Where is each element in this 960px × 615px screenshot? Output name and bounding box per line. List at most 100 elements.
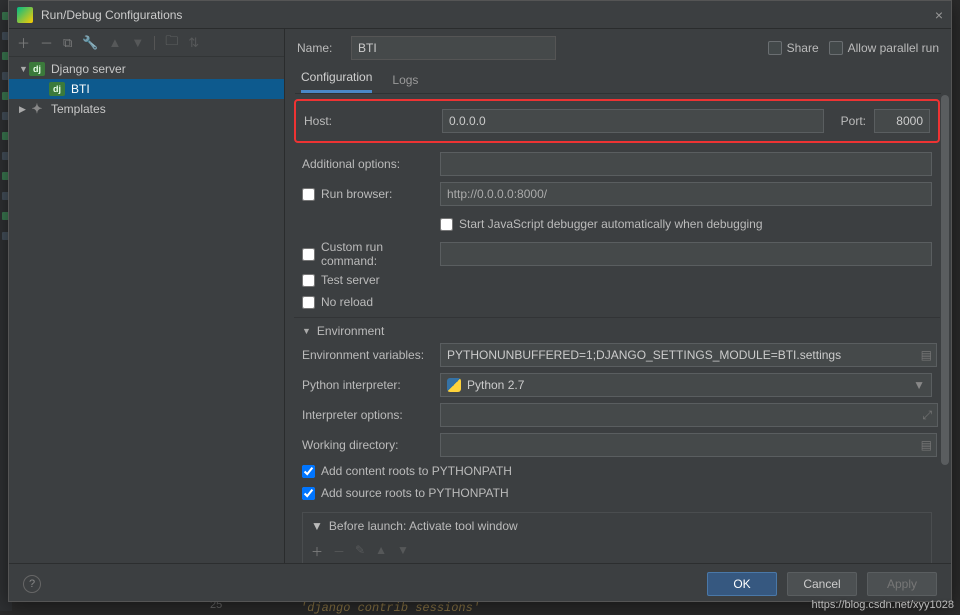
no-reload-label: No reload: [321, 295, 373, 309]
config-tree: ▼ dj Django server dj BTI ▶ ✦ Templates: [9, 57, 284, 563]
add-icon[interactable]: ＋: [17, 33, 30, 52]
edit-icon[interactable]: ✎: [355, 543, 365, 560]
env-section-header[interactable]: ▼ Environment: [294, 317, 940, 340]
add-content-roots-checkbox[interactable]: Add content roots to PYTHONPATH: [302, 464, 512, 478]
tree-node-label: Django server: [51, 62, 126, 76]
run-browser-label: Run browser:: [321, 187, 392, 201]
port-input[interactable]: [874, 109, 930, 133]
custom-run-label: Custom run command:: [321, 240, 432, 268]
add-content-checkbox-box[interactable]: [302, 465, 315, 478]
help-button[interactable]: ?: [23, 575, 41, 593]
copy-icon[interactable]: ⧉: [63, 35, 72, 51]
workdir-input[interactable]: [440, 433, 937, 457]
tab-logs[interactable]: Logs: [392, 73, 418, 93]
browse-icon[interactable]: ▤: [921, 438, 932, 452]
no-reload-checkbox[interactable]: No reload: [302, 295, 432, 309]
add-icon[interactable]: ＋: [311, 543, 323, 560]
custom-run-checkbox[interactable]: Custom run command:: [302, 240, 432, 268]
move-up-icon[interactable]: ▲: [109, 35, 122, 50]
tree-node-django-server[interactable]: ▼ dj Django server: [9, 59, 284, 79]
share-label: Share: [787, 41, 819, 55]
move-down-icon[interactable]: ▼: [131, 35, 144, 50]
test-server-checkbox-box[interactable]: [302, 274, 315, 287]
titlebar: Run/Debug Configurations ×: [9, 1, 951, 29]
host-input[interactable]: [442, 109, 824, 133]
vertical-scrollbar[interactable]: [941, 95, 949, 525]
ok-button[interactable]: OK: [707, 572, 777, 596]
before-launch-header[interactable]: ▼ Before launch: Activate tool window: [303, 513, 931, 539]
chevron-down-icon: ▼: [913, 378, 925, 392]
scrollbar-thumb[interactable]: [941, 95, 949, 465]
browse-icon[interactable]: ▤: [921, 348, 932, 362]
add-source-checkbox-box[interactable]: [302, 487, 315, 500]
add-source-roots-checkbox[interactable]: Add source roots to PYTHONPATH: [302, 486, 509, 500]
sidebar-toolbar: ＋ － ⧉ 🔧 ▲ ▼ 🗀 ⇅: [9, 29, 284, 57]
share-checkbox-box[interactable]: [768, 41, 782, 55]
custom-run-input[interactable]: [440, 242, 932, 266]
run-browser-checkbox[interactable]: Run browser:: [302, 187, 432, 201]
before-launch-label: Before launch: Activate tool window: [329, 519, 518, 533]
template-icon: ✦: [29, 102, 45, 116]
test-server-checkbox[interactable]: Test server: [302, 273, 432, 287]
chevron-down-icon: ▼: [311, 519, 323, 533]
apply-button[interactable]: Apply: [867, 572, 937, 596]
interp-opts-input[interactable]: [440, 403, 938, 427]
interp-opts-label: Interpreter options:: [302, 408, 432, 422]
name-row: Name: Share Allow parallel run: [285, 29, 951, 67]
add-source-label: Add source roots to PYTHONPATH: [321, 486, 509, 500]
start-js-checkbox-box[interactable]: [440, 218, 453, 231]
name-input[interactable]: [351, 36, 556, 60]
move-up-icon[interactable]: ▲: [375, 543, 387, 560]
test-server-label: Test server: [321, 273, 380, 287]
workdir-label: Working directory:: [302, 438, 432, 452]
window-title: Run/Debug Configurations: [41, 8, 935, 22]
sort-icon[interactable]: ⇅: [188, 35, 199, 51]
tab-configuration[interactable]: Configuration: [301, 70, 372, 93]
tree-node-templates[interactable]: ▶ ✦ Templates: [9, 99, 284, 119]
expand-icon[interactable]: ⤢: [922, 408, 932, 423]
folder-icon[interactable]: 🗀: [165, 32, 178, 54]
run-browser-url-input[interactable]: [440, 182, 932, 206]
cancel-button[interactable]: Cancel: [787, 572, 857, 596]
before-launch-panel: ▼ Before launch: Activate tool window ＋ …: [302, 512, 932, 563]
python-icon: [447, 378, 461, 392]
wrench-icon[interactable]: 🔧: [82, 35, 98, 51]
chevron-right-icon: ▶: [19, 104, 29, 115]
share-checkbox[interactable]: Share: [768, 41, 819, 55]
start-js-label: Start JavaScript debugger automatically …: [459, 217, 763, 231]
parallel-checkbox-box[interactable]: [829, 41, 843, 55]
custom-run-checkbox-box[interactable]: [302, 248, 315, 261]
host-port-highlight: Host: Port:: [294, 99, 940, 143]
close-icon[interactable]: ×: [935, 7, 943, 23]
config-sidebar: ＋ － ⧉ 🔧 ▲ ▼ 🗀 ⇅ ▼ dj Django server dj BT…: [9, 29, 285, 563]
remove-icon[interactable]: －: [333, 543, 345, 560]
additional-options-input[interactable]: [440, 152, 932, 176]
port-label: Port:: [832, 114, 866, 128]
env-vars-label: Environment variables:: [302, 348, 432, 362]
tree-node-bti[interactable]: dj BTI: [9, 79, 284, 99]
interpreter-dropdown[interactable]: Python 2.7 ▼: [440, 373, 932, 397]
interpreter-label: Python interpreter:: [302, 378, 432, 392]
run-debug-config-dialog: Run/Debug Configurations × ＋ － ⧉ 🔧 ▲ ▼ 🗀…: [8, 0, 952, 602]
remove-icon[interactable]: －: [40, 33, 53, 52]
config-form: Host: Port: Additional options: Run brow…: [285, 94, 951, 563]
parallel-checkbox[interactable]: Allow parallel run: [829, 41, 939, 55]
start-js-debugger-checkbox[interactable]: Start JavaScript debugger automatically …: [440, 217, 763, 231]
env-vars-input[interactable]: [440, 343, 937, 367]
name-label: Name:: [297, 41, 341, 55]
tree-node-label: Templates: [51, 102, 106, 116]
django-icon: dj: [49, 82, 65, 96]
before-launch-toolbar: ＋ － ✎ ▲ ▼: [303, 539, 931, 563]
interpreter-value: Python 2.7: [467, 378, 524, 392]
dialog-footer: ? OK Cancel Apply: [9, 563, 951, 603]
additional-options-label: Additional options:: [302, 157, 432, 171]
run-browser-checkbox-box[interactable]: [302, 188, 315, 201]
pycharm-icon: [17, 7, 33, 23]
watermark-text: https://blog.csdn.net/xyy1028: [812, 599, 954, 611]
config-tabs: Configuration Logs: [285, 67, 951, 93]
no-reload-checkbox-box[interactable]: [302, 296, 315, 309]
config-main-panel: Name: Share Allow parallel run Configura…: [285, 29, 951, 563]
toolbar-separator: [154, 36, 155, 50]
chevron-down-icon: ▼: [302, 326, 311, 336]
move-down-icon[interactable]: ▼: [397, 543, 409, 560]
